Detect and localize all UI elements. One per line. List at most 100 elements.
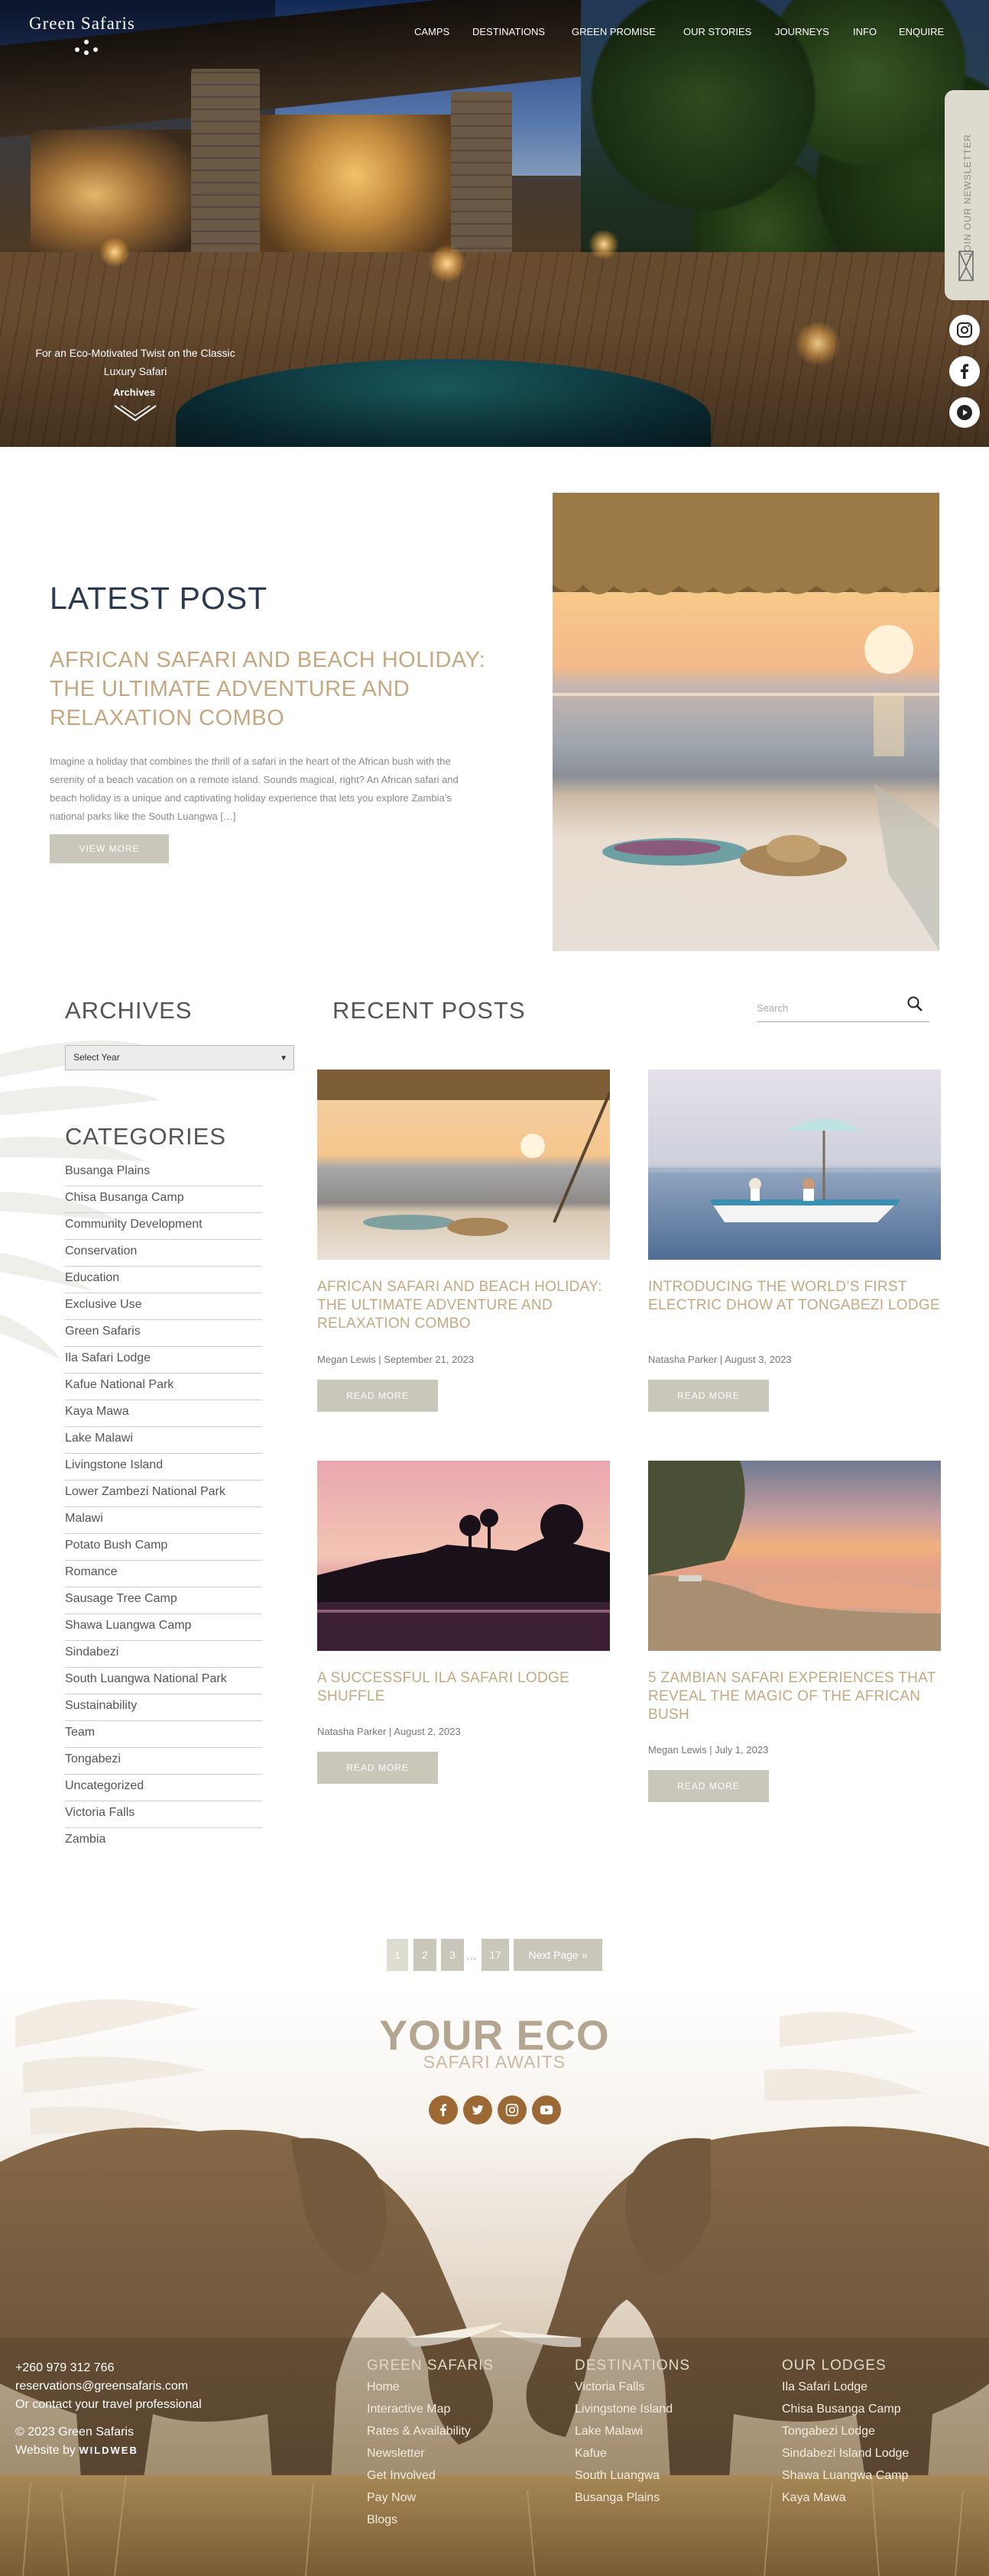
footer-link[interactable]: Kafue	[575, 2447, 607, 2461]
footer-link[interactable]: Lake Malawi	[575, 2425, 643, 2438]
footer-link[interactable]: Chisa Busanga Camp	[782, 2403, 901, 2416]
facebook-icon[interactable]	[429, 2095, 458, 2125]
read-more-button[interactable]: READ MORE	[317, 1752, 438, 1784]
nav-camps[interactable]: CAMPS	[414, 26, 449, 37]
footer-link[interactable]: Shawa Luangwa Camp	[782, 2469, 908, 2483]
nav-our-stories[interactable]: OUR STORIES	[683, 26, 751, 37]
read-more-button[interactable]: READ MORE	[317, 1380, 438, 1412]
category-link[interactable]: Livingstone Island	[65, 1454, 262, 1481]
newsletter-label: JOIN OUR NEWSLETTER	[962, 134, 973, 257]
category-link[interactable]: Shawa Luangwa Camp	[65, 1614, 262, 1641]
footer-link[interactable]: Livingstone Island	[575, 2403, 673, 2416]
category-link[interactable]: Community Development	[65, 1213, 262, 1240]
category-link[interactable]: Uncategorized	[65, 1775, 262, 1801]
read-more-button[interactable]: READ MORE	[648, 1770, 769, 1802]
site-logo[interactable]: Green Safaris	[29, 14, 135, 34]
footer-link[interactable]: Newsletter	[367, 2447, 425, 2461]
footer-link[interactable]: Busanga Plains	[575, 2491, 660, 2505]
footer-email[interactable]: reservations@greensafaris.com	[15, 2377, 202, 2396]
category-link[interactable]: Chisa Busanga Camp	[65, 1186, 262, 1213]
category-link[interactable]: Kaya Mawa	[65, 1400, 262, 1427]
envelope-icon	[958, 251, 974, 281]
footer-link[interactable]: Pay Now	[367, 2491, 416, 2505]
footer-agency-link[interactable]: WILDWEB	[79, 2445, 138, 2456]
post-thumbnail[interactable]	[317, 1461, 610, 1651]
youtube-icon[interactable]	[532, 2095, 561, 2125]
instagram-icon[interactable]	[498, 2095, 527, 2125]
footer-link[interactable]: Home	[367, 2380, 400, 2394]
footer-contact: +260 979 312 766 reservations@greensafar…	[15, 2359, 202, 2460]
archives-link[interactable]: Archives	[113, 387, 155, 398]
footer-link[interactable]: Kaya Mawa	[782, 2491, 846, 2505]
post-thumbnail[interactable]	[648, 1070, 941, 1260]
footer-credit: Website by WILDWEB	[15, 2442, 202, 2460]
search-input[interactable]: Search	[757, 992, 929, 1022]
latest-post-image[interactable]	[553, 493, 939, 951]
post-title[interactable]: 5 ZAMBIAN SAFARI EXPERIENCES THAT REVEAL…	[648, 1669, 941, 1724]
category-link[interactable]: Kafue National Park	[65, 1374, 262, 1400]
post-thumbnail[interactable]	[317, 1070, 610, 1260]
footer-link[interactable]: Blogs	[367, 2513, 397, 2527]
next-page-button[interactable]: Next Page »	[514, 1939, 602, 1971]
footer-link[interactable]: Ila Safari Lodge	[782, 2380, 867, 2394]
nav-enquire[interactable]: ENQUIRE	[899, 26, 944, 37]
footer-link[interactable]: Victoria Falls	[575, 2380, 644, 2394]
footer-link[interactable]: Tongabezi Lodge	[782, 2425, 875, 2438]
year-select[interactable]: Select Year ▼	[65, 1045, 294, 1070]
nav-journeys[interactable]: JOURNEYS	[775, 26, 829, 37]
category-link[interactable]: Busanga Plains	[65, 1160, 262, 1186]
page-17[interactable]: 17	[482, 1939, 509, 1971]
read-more-button[interactable]: READ MORE	[648, 1380, 769, 1412]
chevron-down-icon[interactable]	[113, 403, 157, 423]
nav-info[interactable]: INFO	[853, 26, 877, 37]
category-link[interactable]: Sustainability	[65, 1694, 262, 1721]
footer-phone[interactable]: +260 979 312 766	[15, 2359, 202, 2377]
category-link[interactable]: Romance	[65, 1561, 262, 1587]
youtube-icon[interactable]	[949, 397, 980, 428]
footer-link[interactable]: Rates & Availability	[367, 2425, 471, 2438]
category-link[interactable]: Green Safaris	[65, 1320, 262, 1347]
twitter-icon[interactable]	[463, 2095, 492, 2125]
category-link[interactable]: Conservation	[65, 1240, 262, 1267]
post-title[interactable]: AFRICAN SAFARI AND BEACH HOLIDAY: THE UL…	[317, 1278, 610, 1333]
beach-sunset-illustration	[553, 493, 939, 951]
footer-col-heading: GREEN SAFARIS	[367, 2358, 494, 2374]
footer-col-heading: DESTINATIONS	[575, 2358, 690, 2374]
search-icon[interactable]	[906, 995, 924, 1013]
category-link[interactable]: Team	[65, 1721, 262, 1748]
page-3[interactable]: 3	[441, 1939, 464, 1971]
category-link[interactable]: South Luangwa National Park	[65, 1668, 262, 1694]
category-link[interactable]: Potato Bush Camp	[65, 1534, 262, 1561]
page-2[interactable]: 2	[413, 1939, 436, 1971]
category-link[interactable]: Lower Zambezi National Park	[65, 1481, 262, 1507]
eco-subheading: SAFARI AWAITS	[423, 2052, 566, 2072]
category-link[interactable]: Sindabezi	[65, 1641, 262, 1668]
category-link[interactable]: Sausage Tree Camp	[65, 1587, 262, 1614]
category-link[interactable]: Zambia	[65, 1828, 262, 1855]
post-thumbnail[interactable]	[648, 1461, 941, 1651]
category-link[interactable]: Ila Safari Lodge	[65, 1347, 262, 1374]
footer-link[interactable]: Get Involved	[367, 2469, 436, 2483]
facebook-icon[interactable]	[949, 356, 980, 387]
footer-link[interactable]: Sindabezi Island Lodge	[782, 2447, 909, 2461]
category-link[interactable]: Malawi	[65, 1507, 262, 1534]
category-link[interactable]: Tongabezi	[65, 1748, 262, 1775]
newsletter-tab[interactable]: JOIN OUR NEWSLETTER	[945, 90, 989, 300]
category-link[interactable]: Education	[65, 1267, 262, 1293]
category-link[interactable]: Lake Malawi	[65, 1427, 262, 1454]
nav-green-promise[interactable]: GREEN PROMISE	[572, 26, 656, 37]
page-1[interactable]: 1	[387, 1939, 408, 1971]
recent-posts-heading: RECENT POSTS	[332, 997, 526, 1024]
category-link[interactable]: Victoria Falls	[65, 1801, 262, 1828]
post-title[interactable]: INTRODUCING THE WORLD’S FIRST ELECTRIC D…	[648, 1278, 941, 1315]
category-link[interactable]: Exclusive Use	[65, 1293, 262, 1320]
post-title[interactable]: A SUCCESSFUL ILA SAFARI LODGE SHUFFLE	[317, 1669, 610, 1706]
footer-link[interactable]: South Luangwa	[575, 2469, 660, 2483]
footer-link[interactable]: Interactive Map	[367, 2403, 450, 2416]
latest-post-heading: LATEST POST	[50, 581, 268, 616]
view-more-button[interactable]: VIEW MORE	[50, 834, 169, 863]
nav-destinations[interactable]: DESTINATIONS	[472, 26, 545, 37]
instagram-icon[interactable]	[949, 315, 980, 345]
archives-heading: ARCHIVES	[65, 997, 193, 1024]
latest-post-title[interactable]: AFRICAN SAFARI AND BEACH HOLIDAY: THE UL…	[50, 646, 524, 733]
